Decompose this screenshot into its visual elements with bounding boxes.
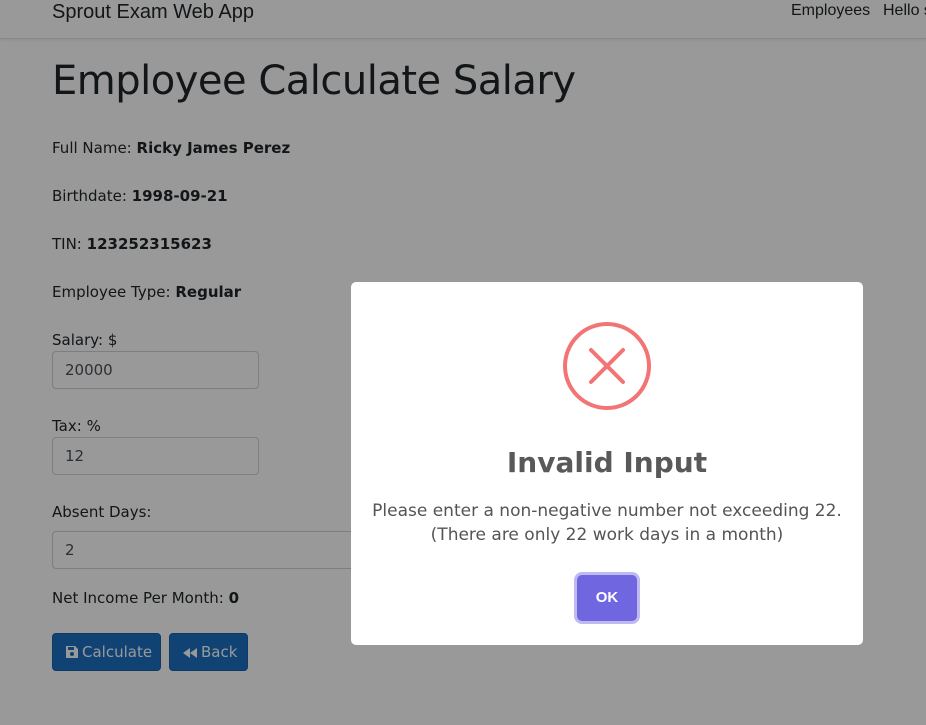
dialog-title: Invalid Input	[506, 446, 708, 479]
ok-button[interactable]: OK	[577, 575, 637, 621]
dialog-message-line-2: (There are only 22 work days in a month)	[430, 525, 784, 545]
dialog-message: Please enter a non-negative number not e…	[351, 499, 863, 547]
error-x-icon	[563, 322, 651, 410]
dialog-message-line-1: Please enter a non-negative number not e…	[372, 501, 842, 521]
invalid-input-dialog: Invalid Input Please enter a non-negativ…	[351, 282, 863, 645]
